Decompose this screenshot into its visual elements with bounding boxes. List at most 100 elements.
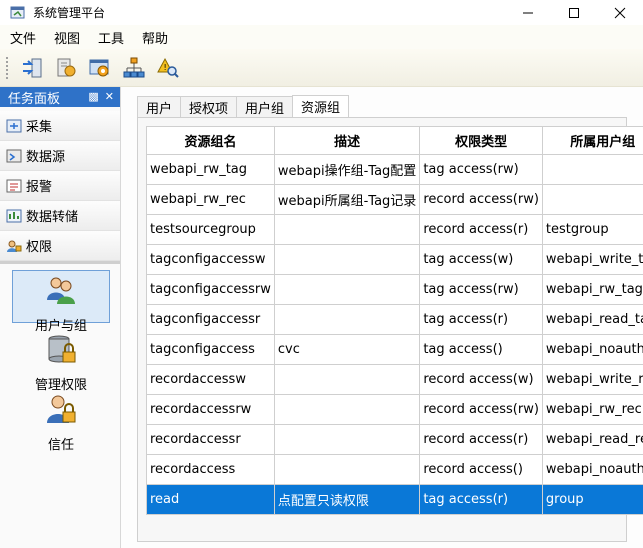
table-cell: webapi_rw_tag: [146, 154, 275, 185]
menu-bar: 文件 视图 工具 帮助: [0, 25, 643, 49]
table-cell: [273, 244, 421, 275]
app-window: 系统管理平台 文件 视图 工具 帮助 ! 任务面板 ▩ ✕ 采集 数据源 报警 …: [0, 0, 643, 548]
column-header[interactable]: 资源组名: [146, 126, 275, 155]
table-cell: tag access(r): [419, 484, 543, 515]
app-icon: [10, 5, 26, 21]
task-panel-title: 任务面板: [8, 91, 61, 107]
table-cell: testsourcegroup: [146, 214, 275, 245]
table-cell: read: [146, 484, 275, 515]
minimize-button[interactable]: [505, 0, 551, 25]
big-item-label: 信任: [47, 438, 74, 453]
table-cell: [541, 184, 643, 215]
table-row[interactable]: webapi_rw_tag webapi操作组-Tag配置 tag access(r…: [146, 154, 643, 185]
table-cell: recordaccessr: [146, 424, 275, 455]
table-cell: tag access(r): [419, 304, 543, 335]
edit-tool-icon[interactable]: [49, 51, 83, 85]
big-item-admin-permission[interactable]: 管理权限: [12, 333, 110, 393]
panel-splitter[interactable]: [0, 261, 120, 264]
task-item-data-dump[interactable]: 数据转储: [0, 201, 120, 231]
table-row[interactable]: testsourcegroup record access(r) testgroup: [146, 214, 643, 245]
table-row[interactable]: webapi_rw_rec webapi所属组-Tag记录 record acces…: [146, 184, 643, 215]
table-cell: tag access(rw): [419, 154, 543, 185]
big-item-label: 管理权限: [34, 378, 87, 393]
column-header[interactable]: 所属用户组: [541, 126, 643, 155]
tab-users[interactable]: 用户: [137, 96, 182, 117]
table-cell: webapi_rw_rec: [146, 184, 275, 215]
task-panel: 任务面板 ▩ ✕ 采集 数据源 报警 数据转储 权限 用户与组 管理权限 信任: [0, 87, 121, 548]
table-cell: [273, 214, 421, 245]
table-cell: webapi_noauth: [541, 454, 643, 485]
menu-view[interactable]: 视图: [46, 28, 88, 47]
tab-user-groups[interactable]: 用户组: [236, 96, 294, 117]
table-cell: webapi操作组-Tag配置: [273, 154, 421, 185]
table-cell: [273, 394, 421, 425]
task-panel-header: 任务面板 ▩ ✕: [0, 87, 120, 107]
table-row[interactable]: recordaccessrw record access(rw) webapi_rw…: [146, 394, 643, 425]
config-icon[interactable]: [83, 51, 117, 85]
alert-search-icon[interactable]: !: [151, 51, 185, 85]
table-cell: tag access(rw): [419, 274, 543, 305]
table-cell: webapi_read_rec: [541, 424, 643, 455]
big-item-label: 用户与组: [34, 319, 87, 334]
toolbar-grip[interactable]: [5, 55, 9, 80]
menu-tools[interactable]: 工具: [90, 28, 132, 47]
tab-authorization[interactable]: 授权项: [180, 96, 238, 117]
task-item-collect[interactable]: 采集: [0, 111, 120, 141]
table-cell: webapi所属组-Tag记录: [273, 184, 421, 215]
table-row[interactable]: read 点配置只读权限 tag access(r) group: [146, 484, 643, 515]
table-row[interactable]: recordaccessr record access(r) webapi_read…: [146, 424, 643, 455]
trust-icon: [47, 395, 76, 423]
table-row[interactable]: recordaccess record access() webapi_noauth: [146, 454, 643, 485]
table-cell: recordaccess: [146, 454, 275, 485]
table-cell: webapi_write_rec: [541, 364, 643, 395]
collect-icon: [6, 119, 22, 132]
table-cell: tagconfigaccessr: [146, 304, 275, 335]
table-cell: cvc: [273, 334, 421, 365]
table-cell: tag access(w): [419, 244, 543, 275]
maximize-button[interactable]: [551, 0, 597, 25]
table-row[interactable]: tagconfigaccessr tag access(r) webapi_read…: [146, 304, 643, 335]
table-header-row: 资源组名 描述 权限类型 所属用户组: [146, 126, 643, 155]
permission-icon: [7, 240, 22, 252]
table-cell: tagconfigaccess: [146, 334, 275, 365]
task-item-alarm[interactable]: 报警: [0, 171, 120, 201]
close-button[interactable]: [597, 0, 643, 25]
data-dump-icon: [6, 209, 22, 222]
alarm-icon: [6, 179, 22, 192]
table-body: webapi_rw_tag webapi操作组-Tag配置 tag access(r…: [146, 154, 643, 515]
table-cell: [273, 274, 421, 305]
title-bar: 系统管理平台: [0, 0, 643, 25]
big-item-users-groups[interactable]: 用户与组: [12, 270, 110, 334]
table-cell: 点配置只读权限: [273, 484, 421, 515]
resource-group-pane: 资源组名 描述 权限类型 所属用户组 webapi_rw_tag webapi操作…: [137, 117, 643, 542]
table-cell: record access(rw): [419, 184, 543, 215]
task-item-permission[interactable]: 权限: [0, 231, 120, 261]
tab-resource-groups[interactable]: 资源组: [292, 95, 350, 117]
table-row[interactable]: tagconfigaccessrw tag access(rw) webapi_rw…: [146, 274, 643, 305]
close-panel-icon[interactable]: ✕: [105, 90, 114, 103]
task-item-label: 数据源: [26, 150, 66, 165]
network-icon[interactable]: [117, 51, 151, 85]
table-cell: recordaccessw: [146, 364, 275, 395]
table-row[interactable]: recordaccessw record access(w) webapi_writ…: [146, 364, 643, 395]
column-header[interactable]: 描述: [273, 126, 421, 155]
svg-text:!: !: [164, 63, 167, 72]
big-item-trust[interactable]: 信任: [12, 393, 110, 453]
table-cell: testgroup: [541, 214, 643, 245]
users-groups-icon: [47, 277, 75, 304]
table-cell: webapi_rw_rec: [541, 394, 643, 425]
import-export-icon[interactable]: [15, 51, 49, 85]
task-item-datasource[interactable]: 数据源: [0, 141, 120, 171]
menu-file[interactable]: 文件: [2, 28, 44, 47]
table-row[interactable]: tagconfigaccess cvc tag access() webapi_noa…: [146, 334, 643, 365]
table-row[interactable]: tagconfigaccessw tag access(w) webapi_writ…: [146, 244, 643, 275]
pin-icon[interactable]: ▩: [88, 90, 98, 103]
table-cell: record access(w): [419, 364, 543, 395]
column-header[interactable]: 权限类型: [419, 126, 543, 155]
table-cell: webapi_write_tag: [541, 244, 643, 275]
table-cell: record access(): [419, 454, 543, 485]
table-cell: [273, 454, 421, 485]
toolbar: !: [0, 49, 643, 87]
admin-permission-icon: [48, 335, 76, 363]
menu-help[interactable]: 帮助: [134, 28, 176, 47]
